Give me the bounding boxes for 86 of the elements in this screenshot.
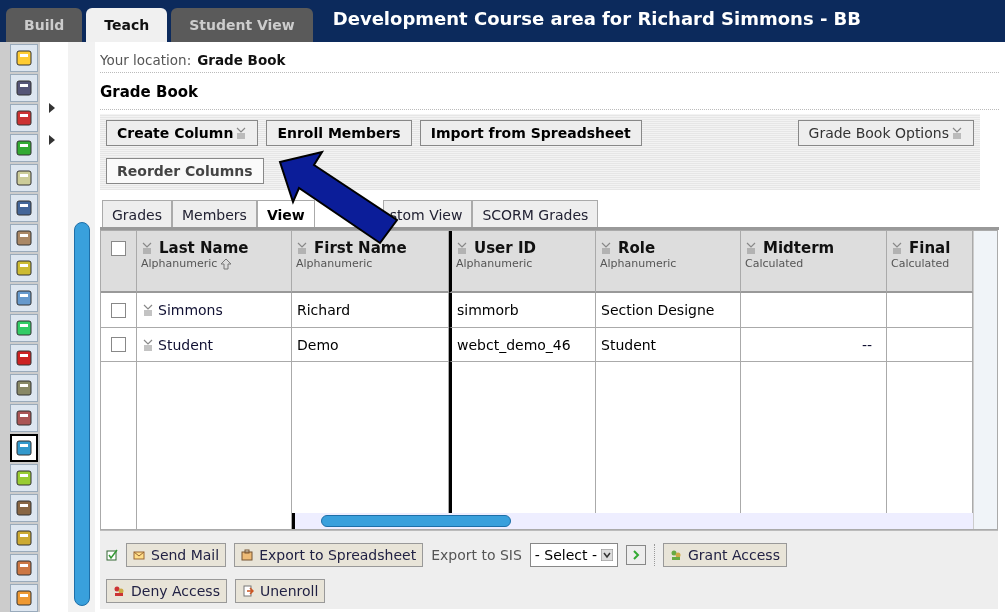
checkbox[interactable] (111, 241, 126, 256)
menu-icon (141, 242, 153, 254)
tab[interactable]: Student View (171, 8, 313, 42)
checkbox[interactable] (111, 337, 126, 352)
column-title[interactable]: Final (909, 239, 951, 257)
column-title[interactable]: User ID (474, 239, 536, 257)
action-button[interactable]: Export to Spreadsheet (234, 543, 424, 567)
tool-icon[interactable] (10, 434, 38, 462)
column-title[interactable]: Midterm (763, 239, 835, 257)
menu-button[interactable]: Create Column (106, 120, 259, 146)
column-type: Alphanumeric (141, 257, 218, 270)
page-heading: Grade Book (100, 73, 999, 110)
column-type: Alphanumeric (600, 257, 677, 270)
menu-button[interactable]: Grade Book Options (797, 120, 974, 146)
scrollbar[interactable] (292, 513, 973, 529)
tool-icon[interactable] (10, 494, 38, 522)
tab[interactable]: Grades (102, 200, 172, 227)
tool-icon[interactable] (10, 224, 38, 252)
action-button[interactable]: Send Mail (126, 543, 227, 567)
location-label: Your location: (100, 52, 192, 68)
column-type: Calculated (891, 257, 950, 270)
menu-icon (951, 127, 963, 139)
tool-icon[interactable] (10, 344, 38, 372)
tool-icon[interactable] (10, 74, 38, 102)
grade-link[interactable]: -- (861, 336, 872, 353)
tool-icon[interactable] (10, 554, 38, 582)
tab[interactable]: Build (6, 8, 83, 42)
chevron-right-icon (630, 549, 642, 561)
toolbar-button[interactable]: Enroll Members (266, 120, 412, 146)
table-cell: Student (596, 328, 741, 362)
tool-icon[interactable] (10, 134, 38, 162)
column-title[interactable]: First Name (314, 239, 407, 257)
export-sis-label: Export to SIS (431, 547, 522, 563)
table-cell: simmorb (449, 293, 596, 328)
action-button[interactable]: Grant Access (663, 543, 787, 567)
column-header[interactable]: Final Calculated (887, 231, 973, 293)
column-header[interactable]: First Name Alphanumeric (292, 231, 449, 293)
select-dropdown[interactable]: - Select - (529, 543, 618, 567)
tool-icon[interactable] (10, 194, 38, 222)
tool-icon[interactable] (10, 104, 38, 132)
column-type: Calculated (745, 257, 804, 270)
column-header[interactable]: Role Alphanumeric (596, 231, 741, 293)
checkbox[interactable] (111, 302, 126, 318)
tool-icon[interactable] (10, 284, 38, 312)
column-header[interactable]: Last Name Alphanumeric (137, 231, 292, 293)
location-value: Grade Book (197, 52, 286, 68)
menu-icon (142, 304, 154, 316)
people-icon (670, 549, 682, 561)
tool-icon[interactable] (10, 404, 38, 432)
briefcase-icon (241, 549, 254, 561)
menu-icon (296, 242, 308, 254)
dropdown-caret-icon (601, 549, 613, 561)
action-button[interactable]: Unenroll (234, 579, 326, 603)
scrollbar[interactable] (68, 42, 95, 612)
window-title: Development Course area for Richard Simmons - BB (332, 8, 862, 29)
go-button[interactable] (626, 545, 646, 565)
column-title[interactable]: Last Name (159, 239, 249, 257)
people-icon (113, 585, 125, 597)
menu-icon (600, 242, 612, 254)
menu-icon (142, 338, 154, 351)
column-type: Alphanumeric (296, 257, 373, 270)
menu-icon (456, 242, 468, 254)
column-header[interactable]: User ID Alphanumeric (449, 231, 596, 293)
menu-icon (891, 242, 903, 254)
tab[interactable]: Teach (86, 8, 168, 42)
name-link[interactable]: Simmons (158, 302, 223, 318)
tool-icon[interactable] (10, 374, 38, 402)
envelope-icon (133, 549, 145, 561)
menu-icon (745, 242, 757, 254)
toolbar-button[interactable]: Import from Spreadsheet (419, 120, 642, 146)
table-cell: webct_demo_46 (449, 328, 596, 362)
table-cell: Demo (292, 328, 449, 362)
tab[interactable]: SCORM Grades (472, 200, 599, 227)
toolbar-button[interactable]: Reorder Columns (106, 158, 264, 184)
table-cell: Richard (292, 293, 449, 328)
tab[interactable]: View (256, 200, 315, 227)
table-cell: Section Designe (596, 293, 741, 328)
tab[interactable]: stom View (382, 200, 473, 227)
menu-icon (235, 127, 248, 139)
action-button[interactable]: Deny Access (106, 579, 227, 603)
column-title[interactable]: Role (618, 239, 656, 257)
check-all-icon (106, 549, 118, 561)
name-link[interactable]: Student (158, 336, 214, 353)
column-type: Alphanumeric (456, 257, 533, 270)
tab[interactable]: Members (172, 200, 257, 227)
column-header[interactable]: Midterm Calculated (741, 231, 887, 293)
